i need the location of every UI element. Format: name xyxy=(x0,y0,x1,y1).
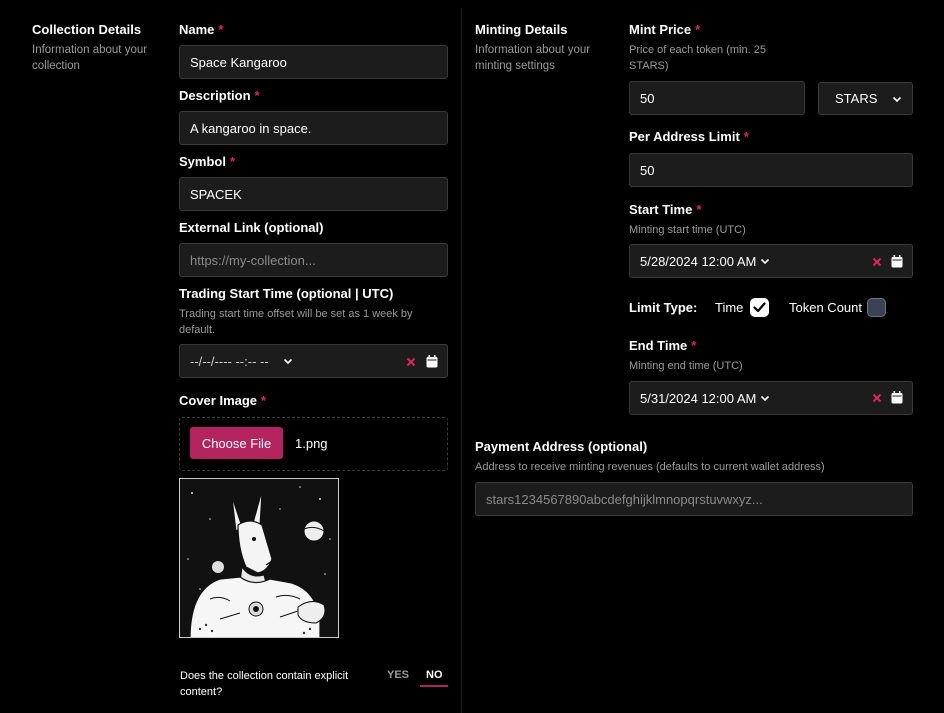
cover-image-label: Cover Image * xyxy=(179,393,267,408)
explicit-yes-option[interactable]: YES xyxy=(387,669,409,681)
mint-price-hint: Price of each token (min. 25 STARS) xyxy=(629,44,766,72)
column-divider xyxy=(461,8,462,713)
per-address-limit-input[interactable]: 50 xyxy=(629,153,913,187)
external-link-input[interactable]: https://my-collection... xyxy=(179,243,448,277)
chevron-down-icon xyxy=(892,96,902,102)
limit-type-time-checkbox[interactable] xyxy=(750,298,769,317)
selected-option-underline xyxy=(420,685,448,687)
per-address-limit-label: Per Address Limit * xyxy=(629,129,749,144)
payment-address-hint: Address to receive minting revenues (def… xyxy=(475,461,825,473)
clear-icon[interactable] xyxy=(872,393,882,403)
calendar-icon[interactable] xyxy=(891,255,903,268)
limit-type-time-label: Time xyxy=(715,300,744,315)
cover-image-preview xyxy=(179,478,339,638)
description-input[interactable]: A kangaroo in space. xyxy=(179,111,448,145)
external-link-label: External Link (optional) xyxy=(179,220,324,235)
chevron-down-icon[interactable] xyxy=(760,393,770,403)
clear-icon[interactable] xyxy=(872,257,882,267)
mint-price-input[interactable]: 50 xyxy=(629,81,805,115)
payment-address-input[interactable]: stars1234567890abcdefghijklmnopqrstuvwxy… xyxy=(475,482,913,516)
payment-address-label: Payment Address (optional) xyxy=(475,439,648,454)
trading-start-value: --/--/---- --:-- -- xyxy=(190,353,269,369)
collection-details-description: Information about your collection xyxy=(32,44,148,72)
end-time-label: End Time * xyxy=(629,338,697,353)
start-time-value: 5/28/2024 12:00 AM xyxy=(640,253,757,269)
end-time-input[interactable]: 5/31/2024 12:00 AM xyxy=(629,381,913,415)
minting-details-title: Minting Details xyxy=(475,22,568,37)
symbol-input[interactable]: SPACEK xyxy=(179,177,448,211)
limit-type-token-count-label: Token Count xyxy=(789,300,862,315)
selected-file-name: 1.png xyxy=(295,436,328,451)
description-label: Description * xyxy=(179,88,260,103)
choose-file-button[interactable]: Choose File xyxy=(190,427,283,459)
collection-details-title: Collection Details xyxy=(32,22,142,37)
calendar-icon[interactable] xyxy=(891,391,903,404)
chevron-down-icon[interactable] xyxy=(283,356,293,366)
start-time-hint: Minting start time (UTC) xyxy=(629,224,746,236)
minting-details-description: Information about your minting settings xyxy=(475,44,591,72)
clear-icon[interactable] xyxy=(406,357,416,367)
explicit-content-question: Does the collection contain explicit con… xyxy=(180,670,349,698)
name-label: Name * xyxy=(179,22,224,37)
kangaroo-astronaut-illustration xyxy=(180,479,338,637)
end-time-hint: Minting end time (UTC) xyxy=(629,360,743,372)
start-time-input[interactable]: 5/28/2024 12:00 AM xyxy=(629,244,913,278)
symbol-label: Symbol * xyxy=(179,154,236,169)
end-time-value: 5/31/2024 12:00 AM xyxy=(640,390,757,406)
trading-start-hint: Trading start time offset will be set as… xyxy=(179,308,413,336)
name-input[interactable]: Space Kangaroo xyxy=(179,45,448,79)
denom-select[interactable]: STARS xyxy=(818,82,913,115)
limit-type-token-count-checkbox[interactable] xyxy=(867,298,886,317)
limit-type-label: Limit Type: xyxy=(629,300,698,315)
trading-start-input[interactable]: --/--/---- --:-- -- xyxy=(179,344,448,378)
explicit-no-option[interactable]: NO xyxy=(426,669,443,681)
trading-start-label: Trading Start Time (optional | UTC) xyxy=(179,286,394,301)
denom-selected-value: STARS xyxy=(835,91,878,106)
start-time-label: Start Time * xyxy=(629,202,702,217)
chevron-down-icon[interactable] xyxy=(760,256,770,266)
calendar-icon[interactable] xyxy=(426,355,438,368)
checkmark-icon xyxy=(753,302,766,313)
mint-price-label: Mint Price * xyxy=(629,22,701,37)
